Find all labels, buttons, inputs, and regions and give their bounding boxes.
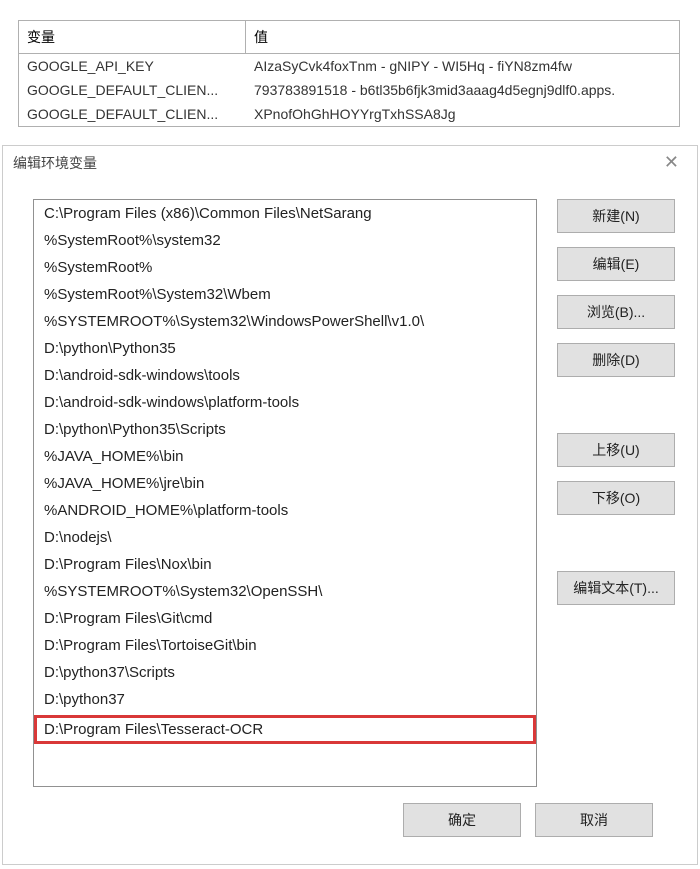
move-down-button[interactable]: 下移(O) [557,481,675,515]
dialog-title: 编辑环境变量 [13,153,97,173]
list-item[interactable]: D:\Program Files\Tesseract-OCR [34,715,536,744]
table-row[interactable]: GOOGLE_DEFAULT_CLIEN... 793783891518 - b… [19,78,679,102]
row-variable: GOOGLE_DEFAULT_CLIEN... [19,102,246,126]
row-value: AIzaSyCvk4foxTnm - gNIPY - WI5Hq - fiYN8… [246,54,679,78]
header-value[interactable]: 值 [246,21,679,53]
close-icon[interactable]: ✕ [656,152,687,173]
list-item[interactable]: %JAVA_HOME%\jre\bin [34,470,536,497]
list-item[interactable]: D:\Program Files\Nox\bin [34,551,536,578]
list-item[interactable]: %SystemRoot% [34,254,536,281]
list-item[interactable]: %SYSTEMROOT%\System32\WindowsPowerShell\… [34,308,536,335]
edit-button[interactable]: 编辑(E) [557,247,675,281]
buttons-column: 新建(N) 编辑(E) 浏览(B)... 删除(D) 上移(U) 下移(O) 编… [557,199,675,787]
browse-button[interactable]: 浏览(B)... [557,295,675,329]
dialog-titlebar: 编辑环境变量 ✕ [3,146,697,179]
cancel-button[interactable]: 取消 [535,803,653,837]
list-item[interactable]: D:\Program Files\TortoiseGit\bin [34,632,536,659]
table-header: 变量 值 [19,21,679,54]
path-listbox[interactable]: C:\Program Files (x86)\Common Files\NetS… [33,199,537,787]
list-item[interactable]: D:\Program Files\Git\cmd [34,605,536,632]
spacer [557,391,675,419]
env-vars-table: 变量 值 GOOGLE_API_KEY AIzaSyCvk4foxTnm - g… [18,20,680,127]
list-item[interactable]: %SystemRoot%\System32\Wbem [34,281,536,308]
table-row[interactable]: GOOGLE_API_KEY AIzaSyCvk4foxTnm - gNIPY … [19,54,679,78]
row-variable: GOOGLE_DEFAULT_CLIEN... [19,78,246,102]
row-value: 793783891518 - b6tl35b6fjk3mid3aaag4d5eg… [246,78,679,102]
list-item[interactable]: %ANDROID_HOME%\platform-tools [34,497,536,524]
row-value: XPnofOhGhHOYYrgTxhSSA8Jg [246,102,679,126]
edit-env-var-dialog: 编辑环境变量 ✕ C:\Program Files (x86)\Common F… [2,145,698,865]
ok-button[interactable]: 确定 [403,803,521,837]
list-item[interactable]: C:\Program Files (x86)\Common Files\NetS… [34,200,536,227]
header-variable[interactable]: 变量 [19,21,246,53]
delete-button[interactable]: 删除(D) [557,343,675,377]
content-area: C:\Program Files (x86)\Common Files\NetS… [33,199,675,787]
move-up-button[interactable]: 上移(U) [557,433,675,467]
list-item[interactable]: D:\python\Python35\Scripts [34,416,536,443]
row-variable: GOOGLE_API_KEY [19,54,246,78]
list-item[interactable]: %SYSTEMROOT%\System32\OpenSSH\ [34,578,536,605]
dialog-footer: 确定 取消 [33,787,675,837]
list-item[interactable]: %JAVA_HOME%\bin [34,443,536,470]
table-row[interactable]: GOOGLE_DEFAULT_CLIEN... XPnofOhGhHOYYrgT… [19,102,679,126]
list-item[interactable]: D:\python\Python35 [34,335,536,362]
new-button[interactable]: 新建(N) [557,199,675,233]
list-item[interactable]: D:\python37 [34,686,536,713]
spacer [557,529,675,557]
list-item[interactable]: D:\android-sdk-windows\tools [34,362,536,389]
list-item[interactable]: D:\python37\Scripts [34,659,536,686]
list-item[interactable]: D:\android-sdk-windows\platform-tools [34,389,536,416]
list-item[interactable]: %SystemRoot%\system32 [34,227,536,254]
list-item[interactable]: D:\nodejs\ [34,524,536,551]
edit-text-button[interactable]: 编辑文本(T)... [557,571,675,605]
dialog-body: C:\Program Files (x86)\Common Files\NetS… [3,179,697,847]
table-body: GOOGLE_API_KEY AIzaSyCvk4foxTnm - gNIPY … [19,54,679,126]
